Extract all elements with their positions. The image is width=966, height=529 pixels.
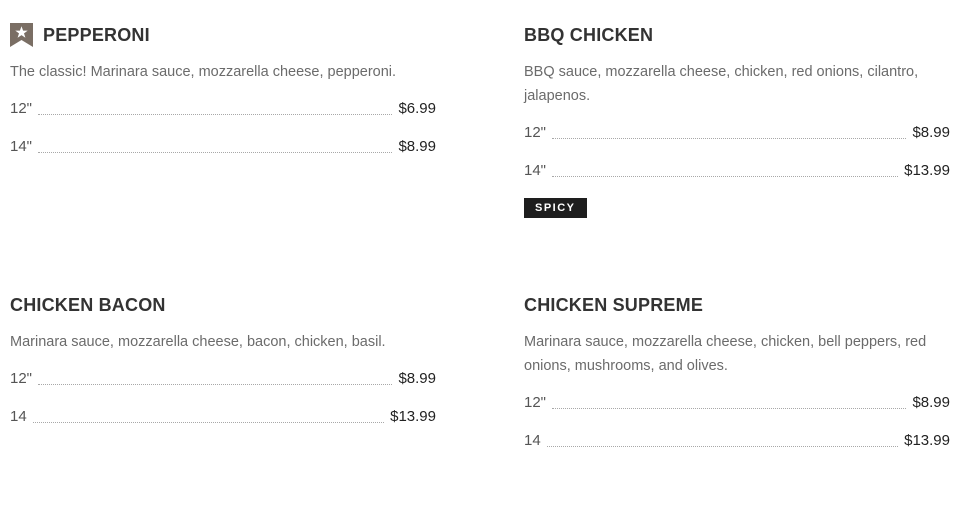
size-label: 12" bbox=[524, 124, 547, 141]
dot-leader bbox=[38, 151, 393, 153]
menu-item-description: Marinara sauce, mozzarella cheese, chick… bbox=[524, 334, 927, 374]
menu-item-title: CHICKEN BACON bbox=[10, 295, 166, 315]
size-label: 12" bbox=[10, 100, 33, 117]
size-label: 12" bbox=[10, 370, 33, 387]
price-row: 12" $6.99 bbox=[10, 90, 436, 128]
price-value: $13.99 bbox=[904, 432, 950, 449]
price-value: $8.99 bbox=[912, 394, 950, 411]
price-row: 14" $13.99 bbox=[524, 152, 950, 190]
dot-leader bbox=[38, 383, 393, 385]
price-value: $13.99 bbox=[904, 162, 950, 179]
price-row: 14" $8.99 bbox=[10, 128, 436, 166]
size-label: 14" bbox=[524, 162, 547, 179]
menu-item-description: The classic! Marinara sauce, mozzarella … bbox=[10, 64, 397, 80]
spicy-tag: SPICY bbox=[524, 198, 587, 218]
menu-item-header: CHICKEN BACON bbox=[10, 292, 436, 318]
price-value: $13.99 bbox=[390, 408, 436, 425]
menu-item-title: BBQ CHICKEN bbox=[524, 25, 654, 45]
price-list: 12" $8.99 14 $13.99 bbox=[524, 384, 950, 460]
price-row: 14 $13.99 bbox=[524, 422, 950, 460]
menu-item-chicken-bacon: CHICKEN BACON Marinara sauce, mozzarella… bbox=[10, 292, 436, 436]
menu-item-header: PEPPERONI bbox=[10, 22, 436, 48]
size-label: 14 bbox=[10, 408, 27, 425]
size-label: 12" bbox=[524, 394, 547, 411]
menu-item-pepperoni: PEPPERONI The classic! Marinara sauce, m… bbox=[10, 22, 436, 166]
price-list: 12" $8.99 14 $13.99 bbox=[10, 360, 436, 436]
price-list: 12" $6.99 14" $8.99 bbox=[10, 90, 436, 166]
price-value: $8.99 bbox=[398, 370, 436, 387]
dot-leader bbox=[546, 445, 899, 447]
menu-item-header: BBQ CHICKEN bbox=[524, 22, 950, 48]
size-label: 14" bbox=[10, 138, 33, 155]
menu-item-description: Marinara sauce, mozzarella cheese, bacon… bbox=[10, 334, 386, 350]
price-row: 12" $8.99 bbox=[524, 114, 950, 152]
price-value: $8.99 bbox=[912, 124, 950, 141]
price-value: $8.99 bbox=[398, 138, 436, 155]
price-value: $6.99 bbox=[398, 100, 436, 117]
menu-item-description: BBQ sauce, mozzarella cheese, chicken, r… bbox=[524, 64, 919, 104]
price-list: 12" $8.99 14" $13.99 bbox=[524, 114, 950, 190]
menu-item-bbq-chicken: BBQ CHICKEN BBQ sauce, mozzarella cheese… bbox=[524, 22, 950, 218]
dot-leader bbox=[552, 137, 907, 139]
menu-item-title: PEPPERONI bbox=[43, 25, 150, 45]
dot-leader bbox=[38, 113, 393, 115]
price-row: 14 $13.99 bbox=[10, 398, 436, 436]
price-row: 12" $8.99 bbox=[10, 360, 436, 398]
size-label: 14 bbox=[524, 432, 541, 449]
menu-item-chicken-supreme: CHICKEN SUPREME Marinara sauce, mozzarel… bbox=[524, 292, 950, 460]
menu-item-title: CHICKEN SUPREME bbox=[524, 295, 704, 315]
dot-leader bbox=[32, 421, 385, 423]
dot-leader bbox=[552, 407, 907, 409]
dot-leader bbox=[552, 175, 899, 177]
price-row: 12" $8.99 bbox=[524, 384, 950, 422]
star-ribbon-icon bbox=[10, 23, 33, 47]
menu-item-header: CHICKEN SUPREME bbox=[524, 292, 950, 318]
